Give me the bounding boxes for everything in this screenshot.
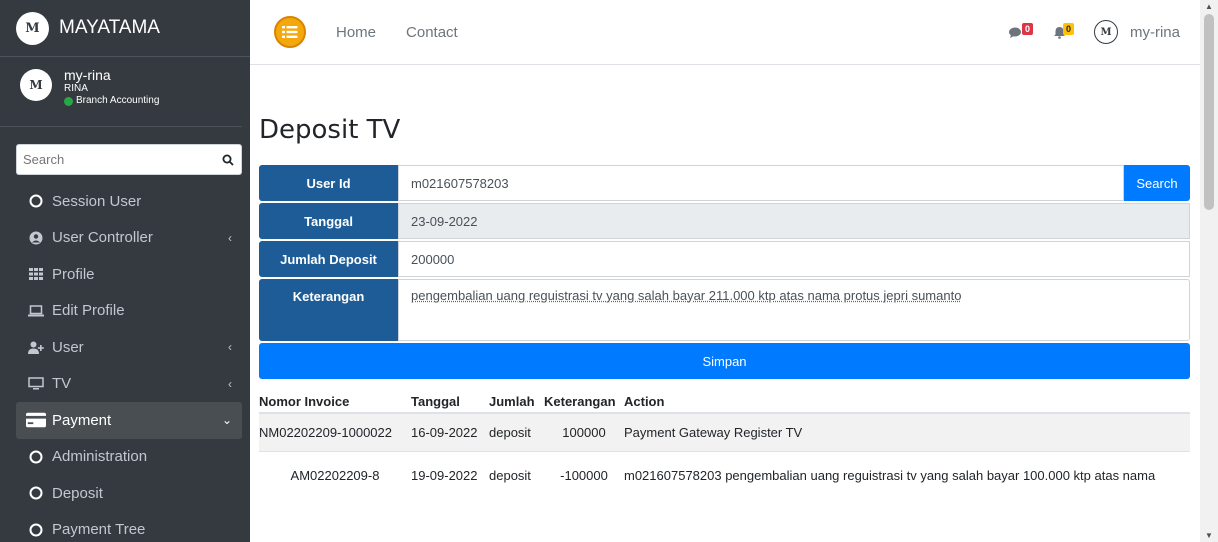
cell-keterangan: 100000 bbox=[562, 425, 606, 440]
deposit-table: Nomor Invoice Tanggal Jumlah Keterangan … bbox=[259, 390, 1190, 498]
user-circle-icon bbox=[26, 231, 46, 245]
user-panel-name: RINA bbox=[64, 83, 88, 94]
sidebar-nav: Session User User Controller ‹ Profile E… bbox=[0, 183, 250, 542]
tv-icon bbox=[26, 377, 46, 390]
online-status-icon bbox=[64, 96, 73, 106]
notifications-badge: 0 bbox=[1062, 23, 1074, 35]
tanggal-input: 23-09-2022 bbox=[398, 203, 1190, 239]
cell-tanggal: 16-09-2022 bbox=[411, 425, 478, 440]
cell-tanggal: 19-09-2022 bbox=[411, 467, 478, 483]
sidebar-item-payment-tree[interactable]: Payment Tree bbox=[16, 512, 242, 542]
user-id-label: User Id bbox=[259, 165, 398, 201]
sidebar-item-administration[interactable]: Administration bbox=[16, 439, 242, 476]
sidebar-item-user[interactable]: User ‹ bbox=[16, 329, 242, 366]
cell-keterangan: -100000 bbox=[560, 467, 608, 483]
sidebar-search bbox=[16, 144, 242, 175]
cell-invoice: NM02202209-1000022 bbox=[259, 425, 392, 440]
brand-name: MAYATAMA bbox=[59, 17, 160, 38]
topbar-username[interactable]: my-rina bbox=[1130, 24, 1180, 41]
brand-logo-icon: M bbox=[16, 11, 49, 45]
messages-button[interactable]: 0 bbox=[1008, 23, 1033, 38]
sidebar: M MAYATAMA M my-rina RINA Branch Account… bbox=[0, 0, 250, 542]
keterangan-label: Keterangan bbox=[259, 279, 398, 341]
page-scrollbar[interactable]: ▲ ▼ bbox=[1200, 0, 1218, 542]
messages-badge: 0 bbox=[1021, 23, 1033, 35]
sidebar-item-profile[interactable]: Profile bbox=[16, 256, 242, 293]
circle-outline-icon bbox=[26, 523, 46, 537]
chevron-left-icon: ‹ bbox=[228, 376, 232, 391]
user-panel-role: Branch Accounting bbox=[64, 95, 159, 107]
col-keterangan: Keterangan bbox=[544, 393, 616, 409]
jumlah-deposit-input[interactable]: 200000 bbox=[398, 241, 1190, 277]
chevron-left-icon: ‹ bbox=[228, 340, 232, 355]
notifications-button[interactable]: 0 bbox=[1053, 23, 1074, 39]
list-icon bbox=[282, 26, 298, 38]
sidebar-item-session-user[interactable]: Session User bbox=[16, 183, 242, 220]
sidebar-item-user-controller[interactable]: User Controller ‹ bbox=[16, 220, 242, 257]
user-plus-icon bbox=[26, 341, 46, 354]
cell-invoice: AM02202209-8 bbox=[290, 467, 380, 483]
brand-link[interactable]: M MAYATAMA bbox=[0, 0, 250, 57]
chevron-down-icon: ⌄ bbox=[221, 413, 232, 428]
cell-jumlah: deposit bbox=[489, 425, 531, 440]
avatar: M bbox=[20, 69, 52, 101]
search-button[interactable]: Search bbox=[1124, 165, 1190, 201]
col-jumlah: Jumlah bbox=[489, 393, 535, 409]
table-row: AM02202209-8 19-09-2022 deposit -100000 … bbox=[259, 452, 1190, 498]
page-title: Deposit TV bbox=[259, 115, 401, 145]
keterangan-text: pengembalian uang reguistrasi tv yang sa… bbox=[411, 288, 962, 303]
jumlah-deposit-label: Jumlah Deposit bbox=[259, 241, 398, 277]
sidebar-item-tv[interactable]: TV ‹ bbox=[16, 366, 242, 403]
circle-outline-icon bbox=[26, 194, 46, 208]
circle-outline-icon bbox=[26, 450, 46, 464]
scroll-down-icon[interactable]: ▼ bbox=[1200, 531, 1218, 540]
keterangan-textarea[interactable]: pengembalian uang reguistrasi tv yang sa… bbox=[398, 279, 1190, 341]
col-action: Action bbox=[624, 393, 665, 409]
scrollbar-thumb[interactable] bbox=[1204, 14, 1214, 210]
sidebar-item-deposit[interactable]: Deposit bbox=[16, 475, 242, 512]
nav-contact-link[interactable]: Contact bbox=[406, 24, 458, 41]
user-panel-username: my-rina bbox=[64, 67, 111, 83]
table-row: NM02202209-1000022 16-09-2022 deposit 10… bbox=[259, 414, 1190, 452]
table-header: Nomor Invoice Tanggal Jumlah Keterangan … bbox=[259, 390, 1190, 414]
sidebar-item-payment[interactable]: Payment ⌄ bbox=[16, 402, 242, 439]
main-content: Deposit TV User Id m021607578203 Search … bbox=[250, 65, 1200, 542]
cell-action: Payment Gateway Register TV bbox=[624, 425, 803, 440]
tanggal-label: Tanggal bbox=[259, 203, 398, 239]
col-tanggal: Tanggal bbox=[411, 393, 460, 409]
sidebar-search-button[interactable] bbox=[214, 144, 242, 175]
circle-outline-icon bbox=[26, 486, 46, 500]
laptop-icon bbox=[26, 305, 46, 317]
cell-jumlah: deposit bbox=[489, 467, 531, 483]
credit-card-icon bbox=[26, 412, 46, 428]
scroll-up-icon[interactable]: ▲ bbox=[1200, 2, 1218, 11]
simpan-button[interactable]: Simpan bbox=[259, 343, 1190, 379]
avatar[interactable]: M bbox=[1093, 20, 1118, 44]
deposit-form: User Id m021607578203 Search Tanggal 23-… bbox=[259, 165, 1190, 379]
sidebar-search-input[interactable] bbox=[16, 144, 214, 175]
sidebar-item-edit-profile[interactable]: Edit Profile bbox=[16, 293, 242, 330]
nav-home-link[interactable]: Home bbox=[336, 24, 376, 41]
menu-toggle-button[interactable] bbox=[274, 16, 306, 48]
user-id-input[interactable]: m021607578203 bbox=[398, 165, 1124, 201]
topbar: Home Contact 0 0 M my-rina bbox=[250, 0, 1200, 65]
chevron-left-icon: ‹ bbox=[228, 230, 232, 245]
grid-icon bbox=[26, 268, 46, 281]
cell-action: m021607578203 pengembalian uang reguistr… bbox=[624, 467, 1156, 483]
col-nomor-invoice: Nomor Invoice bbox=[259, 393, 350, 409]
search-icon bbox=[222, 154, 234, 166]
user-panel[interactable]: M my-rina RINA Branch Accounting bbox=[0, 57, 242, 127]
